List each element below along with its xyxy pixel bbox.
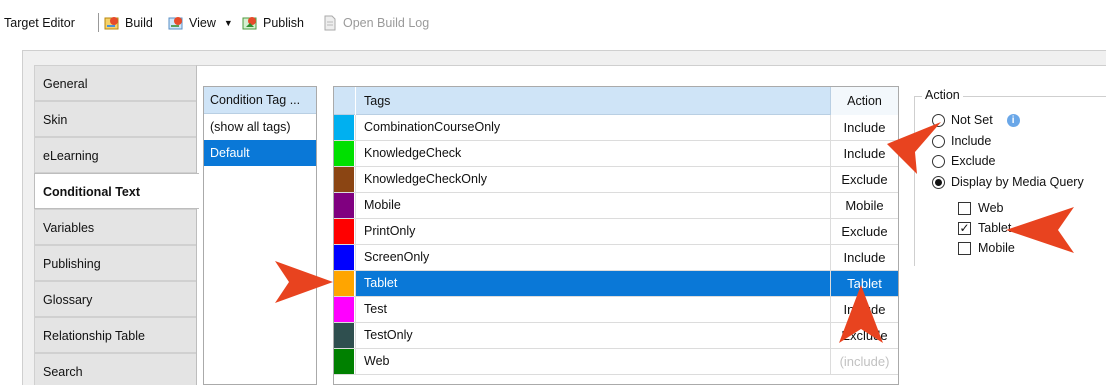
table-row[interactable]: KnowledgeCheckOnly Exclude [334, 167, 898, 193]
tag-name-cell: ScreenOnly [355, 245, 830, 270]
table-row[interactable]: Mobile Mobile [334, 193, 898, 219]
build-button[interactable]: Build [104, 13, 153, 33]
callout-arrow-icon [1006, 207, 1074, 253]
toolbar-separator [98, 13, 99, 32]
tag-name-cell: Web [355, 349, 830, 374]
tag-name-cell: KnowledgeCheck [355, 141, 830, 166]
tag-action-cell[interactable]: Mobile [830, 193, 898, 218]
view-icon [168, 15, 185, 31]
table-row[interactable]: TestInclude [334, 297, 898, 323]
tab-search[interactable]: Search [34, 353, 196, 385]
tag-name-cell: CombinationCourseOnly [355, 115, 830, 140]
publish-icon [242, 15, 259, 31]
toolbar: Target Editor Build View ▼ Publish Open … [0, 0, 1106, 46]
action-radio-not-set[interactable]: Not Set i [932, 111, 1020, 129]
list-item[interactable]: (show all tags) [204, 114, 316, 140]
media-query-checkbox-web[interactable]: Web [958, 199, 1003, 217]
log-file-icon [322, 15, 339, 31]
tab-skin[interactable]: Skin [34, 101, 196, 137]
tags-column-header[interactable]: Tags [355, 87, 830, 115]
publish-label: Publish [263, 16, 304, 30]
table-row[interactable]: CombinationCourseOnly Include [334, 115, 898, 141]
checkbox-label: Web [978, 201, 1004, 215]
table-row[interactable]: KnowledgeCheck Include [334, 141, 898, 167]
tag-color-swatch [334, 141, 354, 166]
radio-label: Display by Media Query [951, 175, 1084, 189]
action-radio-display-by-media-query[interactable]: Display by Media Query [932, 173, 1084, 191]
tag-color-swatch [334, 193, 354, 218]
tag-color-swatch [334, 271, 354, 296]
table-row[interactable]: TestOnly Exclude [334, 323, 898, 349]
tag-action-cell[interactable]: (include) [830, 349, 898, 374]
action-legend: Action [922, 88, 963, 102]
sidebar-tabs: General Skin eLearning Conditional Text Vari… [34, 65, 199, 385]
chevron-down-icon[interactable]: ▼ [224, 18, 233, 28]
callout-arrow-icon [839, 285, 883, 343]
open-build-log-label: Open Build Log [343, 16, 430, 30]
editor-title: Target Editor [4, 16, 75, 30]
action-column-header[interactable]: Action [830, 87, 898, 115]
radio-label: Not Set [951, 113, 993, 127]
tab-conditional-text[interactable]: Conditional Text [34, 173, 199, 209]
tag-action-cell[interactable]: Exclude [830, 219, 898, 244]
publish-button[interactable]: Publish [242, 13, 304, 33]
tab-relationship-table[interactable]: Relationship Table [34, 317, 196, 353]
checkbox[interactable] [958, 241, 971, 255]
tags-grid: Tags Action CombinationCourseOnly Include… [333, 86, 899, 385]
tag-color-swatch [334, 245, 354, 270]
tag-color-swatch [334, 297, 354, 322]
tag-color-swatch [334, 349, 354, 374]
callout-arrow-icon [275, 261, 333, 303]
tab-publishing[interactable]: Publishing [34, 245, 196, 281]
radio-label: Include [951, 134, 992, 148]
info-icon[interactable]: i [1006, 113, 1020, 127]
tag-name-cell: Mobile [355, 193, 830, 218]
condition-tag-set-list: Condition Tag ... (show all tags) Default [203, 86, 317, 385]
table-row[interactable]: Web (include) [334, 349, 898, 375]
list-item[interactable]: Default [204, 140, 316, 166]
build-label: Build [125, 16, 153, 30]
radio-label: Exclude [951, 154, 996, 168]
build-icon [104, 15, 121, 31]
table-row[interactable]: Tablet Tablet [334, 271, 898, 297]
condition-tag-set-header[interactable]: Condition Tag ... [204, 87, 316, 114]
tag-name-cell: Tablet [355, 271, 830, 296]
tag-color-swatch [334, 323, 354, 348]
tag-color-swatch [334, 219, 354, 244]
checkbox[interactable] [958, 201, 971, 215]
tag-name-cell: PrintOnly [355, 219, 830, 244]
table-row[interactable]: ScreenOnly Include [334, 245, 898, 271]
tags-grid-header: Tags Action [334, 87, 898, 115]
tag-name-cell: Test [355, 297, 830, 322]
tab-glossary[interactable]: Glossary [34, 281, 196, 317]
checkbox[interactable]: ✓ [958, 221, 971, 235]
tag-name-cell: TestOnly [355, 323, 830, 348]
tab-elearning[interactable]: eLearning [34, 137, 196, 173]
view-button[interactable]: View ▼ [168, 13, 233, 33]
tab-general[interactable]: General [34, 65, 196, 101]
tag-color-swatch [334, 115, 354, 140]
open-build-log-button[interactable]: Open Build Log [322, 13, 429, 33]
tag-name-cell: KnowledgeCheckOnly [355, 167, 830, 192]
table-row[interactable]: PrintOnly Exclude [334, 219, 898, 245]
tag-color-swatch [334, 167, 354, 192]
callout-arrow-icon [887, 122, 941, 174]
tag-action-cell[interactable]: Include [830, 245, 898, 270]
view-label: View [189, 16, 216, 30]
tab-variables[interactable]: Variables [34, 209, 196, 245]
radio-button[interactable] [932, 175, 945, 189]
